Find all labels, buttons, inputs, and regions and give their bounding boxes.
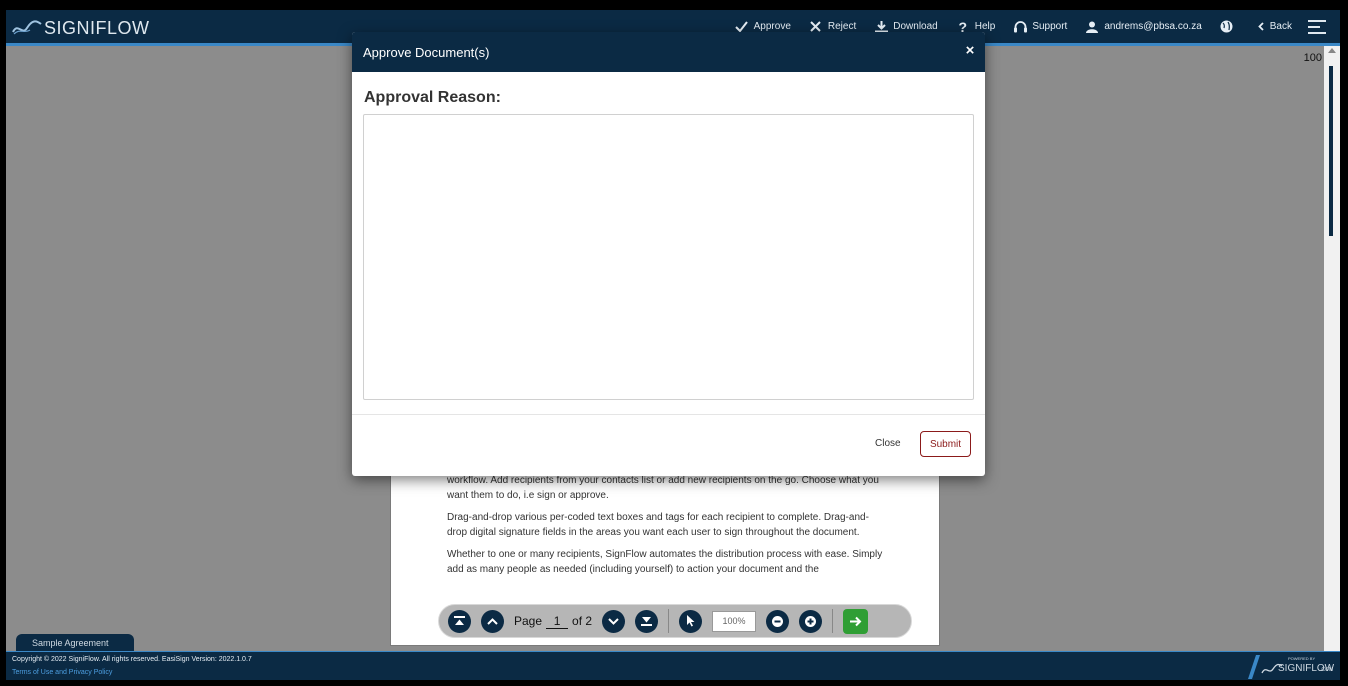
- nav-approve-label: Approve: [753, 21, 791, 32]
- app-window: SIGNIFLOW Approve Reject Download ? Help…: [6, 10, 1340, 680]
- signiflow-swoosh-icon: [12, 20, 42, 35]
- zoom-indicator: 100: [1303, 52, 1322, 64]
- previous-page-button[interactable]: [481, 609, 504, 633]
- last-page-icon: [641, 617, 653, 626]
- modal-footer-divider: [352, 414, 985, 415]
- doc-paragraph: Drag-and-drop various per-coded text box…: [447, 512, 869, 538]
- chevron-up-icon: [487, 617, 498, 625]
- nav-support-label: Support: [1032, 21, 1068, 32]
- signiflow-logo[interactable]: SIGNIFLOW: [12, 16, 150, 40]
- powered-by-label: POWERED BY: [1288, 656, 1316, 661]
- nav-help-label: Help: [974, 21, 996, 32]
- first-page-button[interactable]: [448, 609, 471, 633]
- page-total: of 2: [572, 613, 593, 628]
- next-action-button[interactable]: [843, 608, 869, 634]
- footer: Copyright © 2022 SigniFlow. All rights r…: [6, 651, 1340, 680]
- scrollbar-thumb[interactable]: [1329, 66, 1333, 236]
- nav-download-label: Download: [893, 21, 938, 32]
- nav-user-email: andrems@pbsa.co.za: [1104, 21, 1202, 32]
- pointer-cursor-icon: [687, 615, 695, 627]
- select-pointer-button[interactable]: [679, 609, 703, 633]
- minus-circle-icon: [772, 615, 784, 627]
- nav-user[interactable]: andrems@pbsa.co.za: [1085, 20, 1202, 34]
- powered-suffix-text: .COM: [1320, 667, 1334, 673]
- approval-reason-textarea[interactable]: [363, 114, 974, 400]
- last-page-button[interactable]: [635, 609, 659, 633]
- nav-support[interactable]: Support: [1013, 20, 1067, 34]
- submit-button[interactable]: Submit: [920, 431, 971, 457]
- doc-paragraph: workflow. Add recipients from your conta…: [447, 475, 879, 501]
- hamburger-menu-icon[interactable]: [1308, 19, 1326, 34]
- first-page-icon: [454, 616, 465, 625]
- zoom-out-button[interactable]: [766, 609, 790, 633]
- current-page-input[interactable]: 1: [546, 614, 569, 629]
- nav-language[interactable]: [1220, 20, 1239, 34]
- copyright-text: Copyright © 2022 SigniFlow. All rights r…: [12, 656, 252, 663]
- logo-text: SIGNIFLOW: [44, 17, 150, 38]
- zoom-in-button[interactable]: [799, 609, 823, 633]
- chevron-down-icon: [608, 617, 619, 625]
- user-icon: [1085, 20, 1099, 34]
- nav-back[interactable]: Back: [1257, 20, 1292, 34]
- toolbar-separator: [832, 609, 834, 633]
- plus-circle-icon: [805, 615, 817, 627]
- scroll-up-arrow-icon[interactable]: [1328, 48, 1336, 53]
- toolbar-separator: [668, 609, 670, 633]
- document-tab[interactable]: Sample Agreement: [16, 634, 134, 651]
- nav-back-label: Back: [1269, 21, 1292, 32]
- page-indicator: Page 1 of 2: [514, 614, 592, 629]
- modal-header: Approve Document(s) ×: [352, 32, 985, 72]
- modal-close-icon[interactable]: ×: [963, 43, 977, 58]
- close-button[interactable]: Close: [875, 438, 901, 449]
- terms-privacy-link[interactable]: Terms of Use and Privacy Policy: [12, 669, 112, 676]
- approve-documents-modal: Approve Document(s) × Approval Reason: C…: [352, 32, 985, 476]
- page-toolbar: Page 1 of 2 100%: [438, 604, 912, 638]
- globe-icon: [1220, 20, 1234, 34]
- approval-reason-label: Approval Reason:: [364, 89, 501, 106]
- nav-reject-label: Reject: [827, 21, 857, 32]
- doc-paragraph: Whether to one or many recipients, SignF…: [447, 549, 883, 575]
- page-label: Page: [514, 613, 543, 628]
- headset-icon: [1013, 20, 1027, 34]
- powered-by-signiflow-badge[interactable]: POWERED BY SIGNIFLOW .COM: [1242, 653, 1334, 680]
- modal-title: Approve Document(s): [363, 44, 490, 60]
- arrow-right-icon: [849, 616, 861, 626]
- vertical-scrollbar[interactable]: [1324, 46, 1340, 651]
- chevron-left-icon: [1257, 20, 1265, 34]
- next-page-button[interactable]: [602, 609, 626, 633]
- zoom-level-field[interactable]: 100%: [712, 610, 757, 632]
